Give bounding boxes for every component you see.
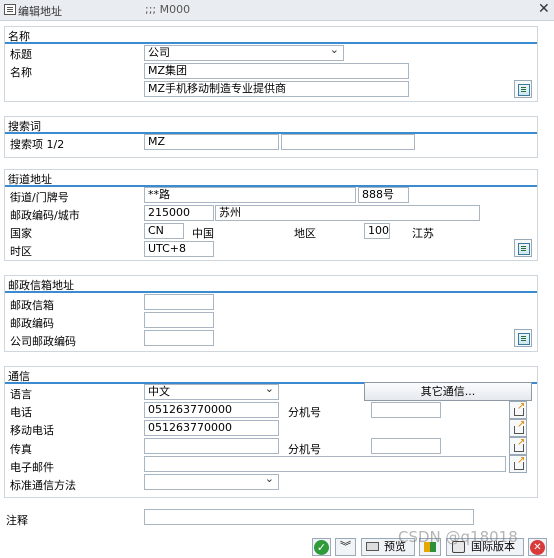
fax-label: 传真 — [10, 443, 32, 456]
printer-icon — [366, 542, 379, 551]
fax-input[interactable] — [144, 438, 279, 454]
email-label: 电子邮件 — [10, 461, 54, 474]
mobile-more-icon[interactable] — [509, 419, 527, 437]
fax-ext-label: 分机号 — [288, 443, 321, 456]
check-icon: ✓ — [314, 540, 329, 555]
phone-input[interactable]: 051263770000 — [144, 402, 279, 418]
country-name-text: 中国 — [192, 227, 214, 240]
section-divider — [5, 42, 537, 44]
confirm-button[interactable]: ✓ — [312, 538, 331, 556]
company-postcode-label: 公司邮政编码 — [10, 335, 76, 348]
timezone-label: 时区 — [10, 245, 32, 258]
title-label: 标题 — [10, 48, 32, 61]
email-input[interactable] — [144, 456, 506, 472]
std-method-select[interactable] — [144, 474, 279, 490]
language-label: 语言 — [10, 388, 32, 401]
timezone-input[interactable]: UTC+8 — [144, 241, 214, 257]
search-term2-input[interactable] — [281, 134, 415, 150]
notes-input[interactable] — [144, 509, 474, 525]
phone-ext-input[interactable] — [371, 402, 441, 418]
more-pobox-button[interactable] — [514, 329, 532, 347]
std-method-label: 标准通信方法 — [10, 479, 76, 492]
section-divider — [5, 291, 537, 293]
double-chevron-down-icon: ︾ — [340, 540, 351, 553]
more-street-button[interactable] — [514, 239, 532, 257]
edit-address-icon — [4, 4, 16, 15]
region-name-text: 江苏 — [412, 227, 434, 240]
house-number-input[interactable]: 888号 — [358, 187, 409, 203]
notes-label: 注释 — [6, 514, 28, 527]
name-label: 名称 — [10, 66, 32, 79]
cancel-button[interactable]: ✕ — [528, 538, 547, 556]
language-select[interactable]: 中文 — [144, 384, 279, 400]
pobox-input[interactable] — [144, 294, 214, 310]
title-bar: 编辑地址 ;;; M000 ✕ — [0, 0, 554, 21]
cancel-icon: ✕ — [530, 540, 545, 555]
title-select[interactable]: 公司 — [144, 45, 344, 61]
window-title: 编辑地址 — [18, 5, 62, 18]
pobox-label: 邮政信箱 — [10, 299, 54, 312]
postcode-city-label: 邮政编码/城市 — [10, 209, 80, 222]
country-input[interactable]: CN — [144, 223, 184, 239]
postcode-input[interactable]: 215000 — [144, 205, 214, 221]
mobile-input[interactable]: 051263770000 — [144, 420, 279, 436]
street-label: 街道/门牌号 — [10, 191, 69, 204]
phone-more-icon[interactable] — [509, 401, 527, 419]
fax-more-icon[interactable] — [509, 437, 527, 455]
email-more-icon[interactable] — [509, 455, 527, 473]
search-term1-input[interactable]: MZ — [144, 134, 279, 150]
phone-ext-label: 分机号 — [288, 406, 321, 419]
country-label: 国家 — [10, 227, 32, 240]
fax-ext-input[interactable] — [371, 438, 441, 454]
region-label: 地区 — [294, 227, 316, 240]
other-communication-button[interactable]: 其它通信... — [364, 382, 532, 401]
search-term-label: 搜索项 1/2 — [10, 138, 65, 151]
window-subtitle: ;;; M000 — [145, 3, 191, 16]
pobox-postcode-label: 邮政编码 — [10, 317, 54, 330]
mobile-label: 移动电话 — [10, 424, 54, 437]
close-icon[interactable]: ✕ — [538, 1, 550, 17]
city-input[interactable]: 苏州 — [215, 205, 480, 221]
name2-input[interactable]: MZ手机移动制造专业提供商 — [144, 81, 409, 97]
pobox-section: 邮政信箱地址 — [4, 275, 538, 352]
more-names-button[interactable] — [514, 80, 532, 98]
region-input[interactable]: 100 — [364, 223, 390, 239]
watermark: CSDN @q18018 — [398, 528, 518, 546]
pobox-postcode-input[interactable] — [144, 312, 214, 328]
phone-label: 电话 — [10, 406, 32, 419]
name1-input[interactable]: MZ集团 — [144, 63, 409, 79]
company-postcode-input[interactable] — [144, 330, 214, 346]
street-input[interactable]: **路 — [144, 187, 356, 203]
expand-button[interactable]: ︾ — [335, 538, 356, 556]
